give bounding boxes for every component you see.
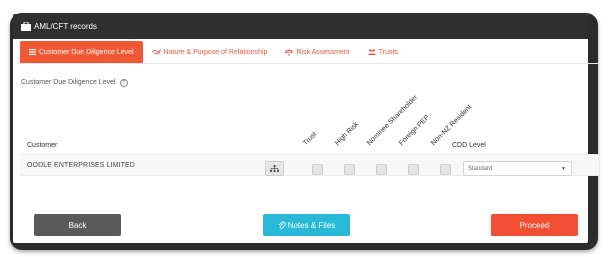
back-button[interactable]: Back [34, 214, 121, 236]
section-label-text: Customer Due Diligence Level [21, 79, 116, 86]
scales-icon [285, 48, 294, 56]
window-title: AML/CFT records [34, 22, 97, 31]
tab-nature-purpose[interactable]: Nature & Purpose of Relationship [143, 41, 277, 63]
tab-label: Nature & Purpose of Relationship [163, 48, 268, 56]
briefcase-icon [21, 22, 31, 31]
customer-name: OODLE ENTERPRISES LIMITED [27, 162, 135, 169]
non-nz-resident-checkbox[interactable] [440, 164, 451, 175]
chevron-down-icon: ▼ [561, 166, 566, 172]
window-titlebar: AML/CFT records [13, 14, 588, 39]
notes-files-button[interactable]: Notes & Files [263, 214, 350, 236]
back-button-label: Back [68, 220, 87, 230]
cdd-level-select[interactable]: Standard ▼ [463, 161, 572, 176]
tab-label: Customer Due Diligence Level [39, 48, 134, 56]
notes-files-label: Notes & Files [287, 220, 336, 230]
high-risk-checkbox[interactable] [344, 164, 355, 175]
tab-label: Risk Assessment [296, 48, 350, 56]
tab-risk-assessment[interactable]: Risk Assessment [276, 41, 358, 63]
tab-label: Trusts [378, 48, 398, 56]
tab-bar: Customer Due Diligence Level Nature & Pu… [20, 41, 599, 64]
cdd-level-value: Standard [468, 165, 493, 172]
tab-trusts[interactable]: Trusts [359, 41, 407, 63]
proceed-button-label: Proceed [519, 220, 550, 230]
trust-checkbox[interactable] [312, 164, 323, 175]
proceed-button[interactable]: Proceed [491, 214, 578, 236]
nominee-shareholder-checkbox[interactable] [376, 164, 387, 175]
org-chart-icon [270, 165, 279, 172]
foreign-pep-checkbox[interactable] [408, 164, 419, 175]
org-chart-button[interactable] [265, 161, 284, 176]
customer-column-header: Customer [27, 142, 58, 149]
people-icon [367, 49, 376, 55]
handshake-icon [151, 49, 161, 55]
cdd-level-column-header: CDD Level [452, 142, 486, 149]
tab-customer-due-diligence-level[interactable]: Customer Due Diligence Level [20, 41, 143, 63]
list-icon [29, 49, 36, 55]
help-icon[interactable]: ? [119, 79, 128, 87]
section-label: Customer Due Diligence Level ? [21, 79, 128, 87]
paperclip-icon [278, 221, 286, 229]
